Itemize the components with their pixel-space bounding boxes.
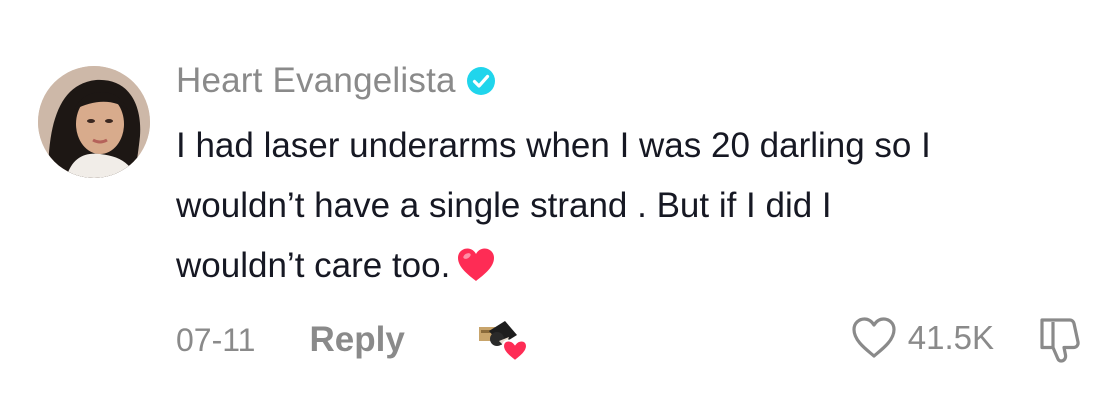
profile-photo: [38, 66, 150, 178]
liked-by-creator-icon: [475, 317, 531, 363]
comment-body: Heart Evangelista I had laser underarms …: [176, 58, 1076, 296]
like-heart-icon[interactable]: [850, 316, 898, 360]
reply-button[interactable]: Reply: [309, 320, 404, 360]
verified-badge-icon: [466, 66, 496, 96]
comment-text-line-end: wouldn’t care too.: [176, 246, 451, 285]
comment-text-line: wouldn’t have a single strand . But if I…: [176, 186, 832, 225]
comment-text-line: I had laser underarms when I was 20 darl…: [176, 126, 931, 165]
dislike-icon[interactable]: [1034, 314, 1086, 366]
comment-text-line: wouldn’t care too.: [176, 236, 1056, 296]
comment-footer: 07-11 Reply 41.5K: [176, 312, 1086, 368]
comment-date: 07-11: [176, 321, 256, 358]
author-name[interactable]: Heart Evangelista: [176, 61, 456, 101]
like-group: 41.5K: [850, 316, 994, 360]
avatar[interactable]: [38, 66, 150, 178]
red-heart-icon: [456, 242, 496, 281]
like-count: 41.5K: [907, 319, 994, 356]
comment-text: I had laser underarms when I was 20 darl…: [176, 116, 1056, 296]
